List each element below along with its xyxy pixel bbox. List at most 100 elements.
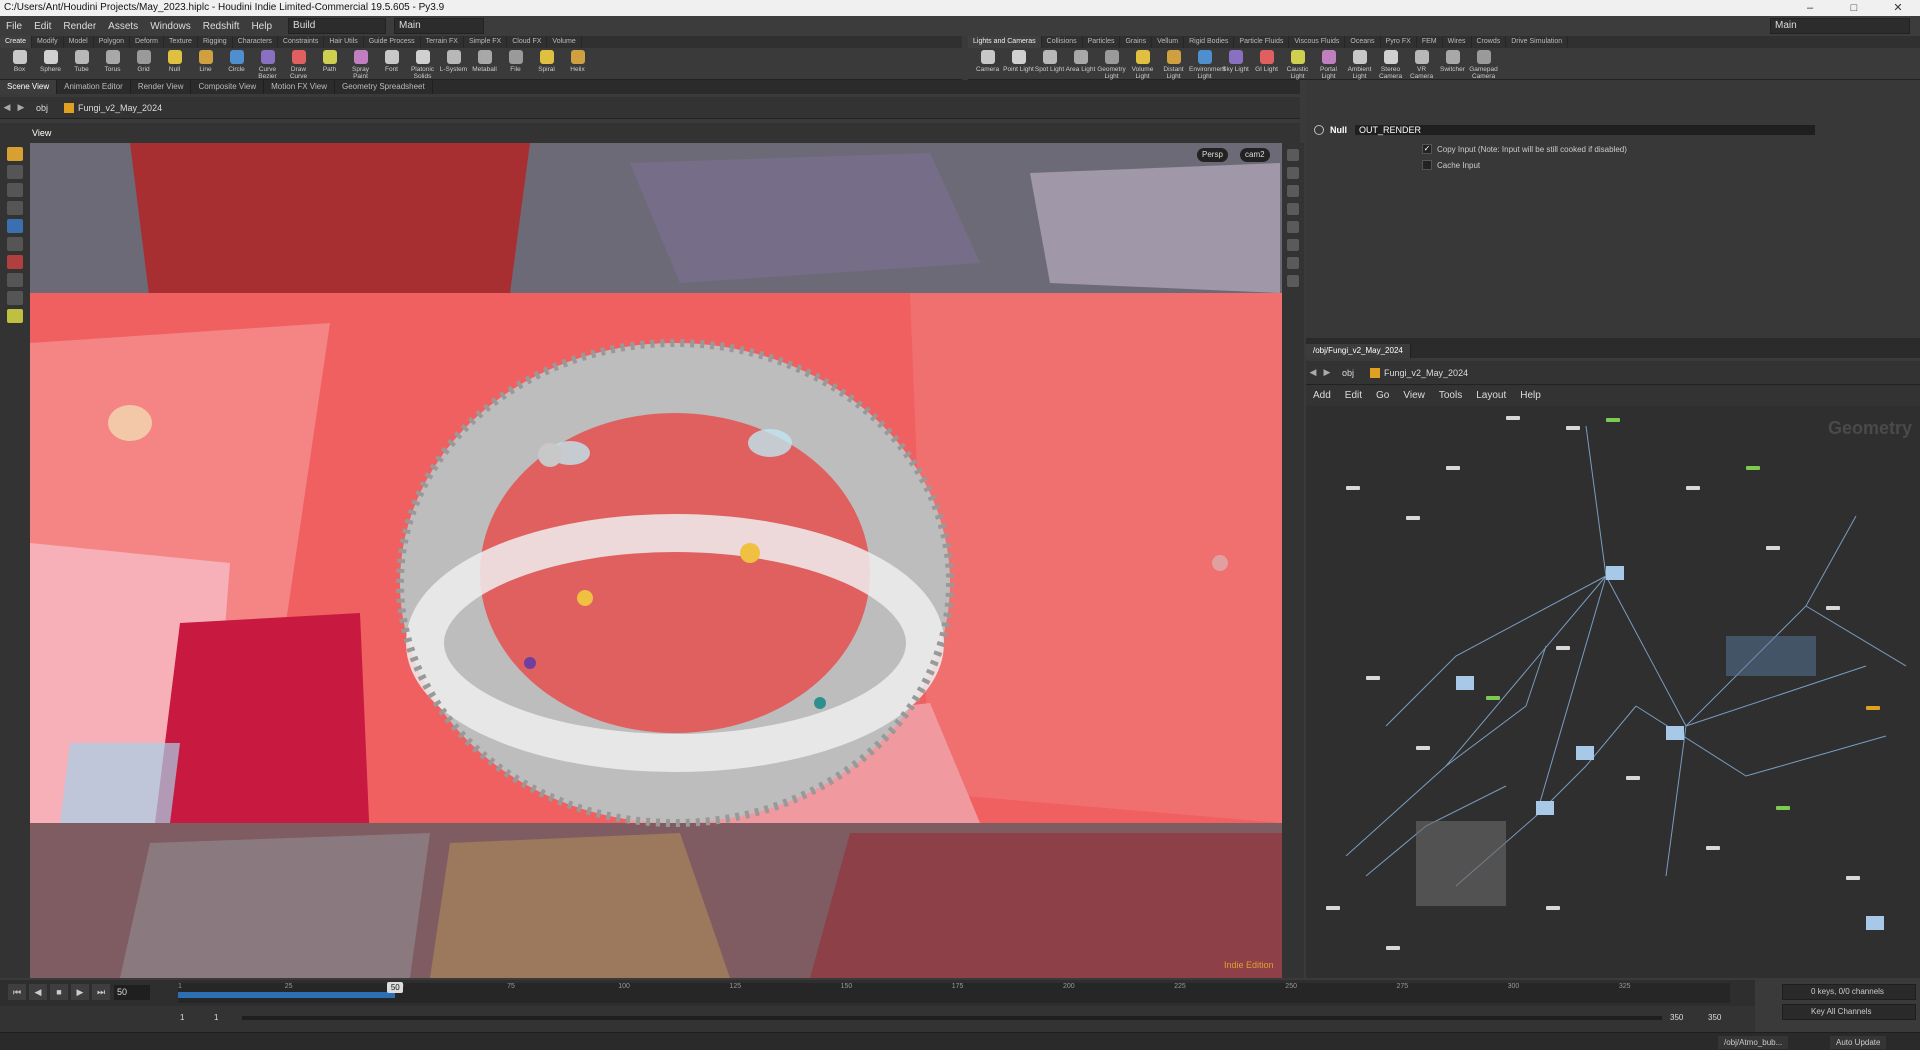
shelf-tab-constraints[interactable]: Constraints [278,36,325,48]
tool-portal-light[interactable]: Portal Light [1313,48,1344,80]
tool-caustic-light[interactable]: Caustic Light [1282,48,1313,80]
tool-spiral[interactable]: Spiral [531,48,562,73]
shelf-tab-grains[interactable]: Grains [1120,36,1153,48]
tool-spray-paint[interactable]: Spray Paint [345,48,376,80]
tool-switcher[interactable]: Switcher [1437,48,1468,73]
net-path-node[interactable]: Fungi_v2_May_2024 [1362,367,1476,378]
stop-icon[interactable]: ■ [50,984,68,1000]
net-back-icon[interactable]: ◀ [1306,367,1320,378]
tool-torus[interactable]: Torus [97,48,128,73]
tab-render-view[interactable]: Render View [131,80,192,94]
camera-menu[interactable]: cam2 [1240,148,1270,162]
range-end-visible[interactable]: 350 [1670,1013,1683,1022]
network-node[interactable] [1606,418,1620,422]
tool-l-system[interactable]: L-System [438,48,469,73]
tool-box[interactable]: Box [4,48,35,73]
pose-tool-icon[interactable] [7,237,23,251]
net-menu-tools[interactable]: Tools [1432,390,1469,401]
shelf-tab-model[interactable]: Model [64,36,94,48]
shelf-tab-particle-fluids[interactable]: Particle Fluids [1234,36,1290,48]
tool-spot-light[interactable]: Spot Light [1034,48,1065,73]
timeline-cursor[interactable]: 50 [387,982,404,993]
tool-ambient-light[interactable]: Ambient Light [1344,48,1375,80]
tab-obj-fungi-v2-may-2024[interactable]: /obj/Fungi_v2_May_2024 [1306,344,1411,358]
shelf-tab-viscous-fluids[interactable]: Viscous Fluids [1289,36,1346,48]
tool-font[interactable]: Font [376,48,407,73]
tool-gamepad-camera[interactable]: Gamepad Camera [1468,48,1499,80]
jump-start-icon[interactable]: ⏮ [8,984,26,1000]
tool-circle[interactable]: Circle [221,48,252,73]
shelf-tab-terrain-fx[interactable]: Terrain FX [421,36,464,48]
tool-vr-camera[interactable]: VR Camera [1406,48,1437,80]
scale-tool-icon[interactable] [7,201,23,215]
network-node[interactable] [1366,676,1380,680]
timeline-bar[interactable]: 1255075100125150175200225250275300325 50 [178,982,1730,1003]
network-node[interactable] [1556,646,1570,650]
scene-viewport[interactable] [30,143,1282,978]
runlevel-select[interactable]: Main [394,18,485,34]
network-node[interactable] [1766,546,1780,550]
desktop-right-select[interactable]: Main [1770,18,1910,34]
step-back-icon[interactable]: ◀ [29,984,47,1000]
network-node[interactable] [1866,706,1880,710]
tool-grid[interactable]: Grid [128,48,159,73]
network-node[interactable] [1506,416,1520,420]
tab-animation-editor[interactable]: Animation Editor [57,80,131,94]
net-menu-help[interactable]: Help [1513,390,1548,401]
tool-draw-curve[interactable]: Draw Curve [283,48,314,80]
move-tool-icon[interactable] [7,165,23,179]
shelf-tab-deform[interactable]: Deform [130,36,164,48]
shelf-tab-simple-fx[interactable]: Simple FX [464,36,508,48]
snapshot-icon[interactable] [1287,275,1299,287]
tool-line[interactable]: Line [190,48,221,73]
select-tool-icon[interactable] [7,147,23,161]
net-menu-layout[interactable]: Layout [1469,390,1513,401]
snap-tool-icon[interactable] [7,291,23,305]
tab-motion-fx-view[interactable]: Motion FX View [264,80,335,94]
network-node[interactable] [1706,846,1720,850]
shelf-tab-fem[interactable]: FEM [1417,36,1443,48]
network-node[interactable] [1846,876,1860,880]
rotate-tool-icon[interactable] [7,183,23,197]
shelf-tab-lights-and-cameras[interactable]: Lights and Cameras [968,36,1042,48]
key-all-channels-button[interactable]: Key All Channels [1782,1004,1916,1020]
back-icon[interactable]: ◀ [0,102,14,113]
network-node[interactable] [1776,806,1790,810]
jump-end-icon[interactable]: ⏭ [92,984,110,1000]
tool-distant-light[interactable]: Distant Light [1158,48,1189,80]
tool-null[interactable]: Null [159,48,190,73]
menu-help[interactable]: Help [245,21,278,32]
view-tool-icon[interactable] [7,273,23,287]
shelf-tab-modify[interactable]: Modify [32,36,64,48]
range-end[interactable]: 350 [1708,1013,1721,1022]
tool-helix[interactable]: Helix [562,48,593,73]
minimize-icon[interactable]: – [1788,0,1832,16]
copy-input-checkbox[interactable]: ✓ [1422,144,1432,154]
tool-platonic-solids[interactable]: Platonic Solids [407,48,438,80]
net-menu-view[interactable]: View [1396,390,1432,401]
tool-point-light[interactable]: Point Light [1003,48,1034,73]
shelf-tab-collisions[interactable]: Collisions [1042,36,1083,48]
network-node[interactable] [1566,426,1580,430]
network-node[interactable] [1326,906,1340,910]
menu-edit[interactable]: Edit [28,21,57,32]
shelf-tab-particles[interactable]: Particles [1083,36,1121,48]
net-path-context[interactable]: obj [1334,368,1362,378]
node-name-field[interactable]: OUT_RENDER [1355,125,1815,135]
tab-composite-view[interactable]: Composite View [191,80,265,94]
camera-icon[interactable] [1287,221,1299,233]
persp-menu[interactable]: Persp [1197,148,1228,162]
shelf-tab-wires[interactable]: Wires [1443,36,1472,48]
network-node[interactable] [1626,776,1640,780]
desktop-select[interactable]: Build [288,18,387,34]
status-path[interactable]: /obj/Atmo_bub... [1718,1036,1789,1049]
paint-tool-icon[interactable] [7,255,23,269]
tool-sky-light[interactable]: Sky Light [1220,48,1251,73]
shelf-tab-characters[interactable]: Characters [233,36,278,48]
tool-metaball[interactable]: Metaball [469,48,500,73]
play-icon[interactable]: ▶ [71,984,89,1000]
tool-environment-light[interactable]: Environment Light [1189,48,1226,80]
shading-icon[interactable] [1287,203,1299,215]
shelf-tab-rigging[interactable]: Rigging [198,36,233,48]
shelf-tab-crowds[interactable]: Crowds [1472,36,1507,48]
